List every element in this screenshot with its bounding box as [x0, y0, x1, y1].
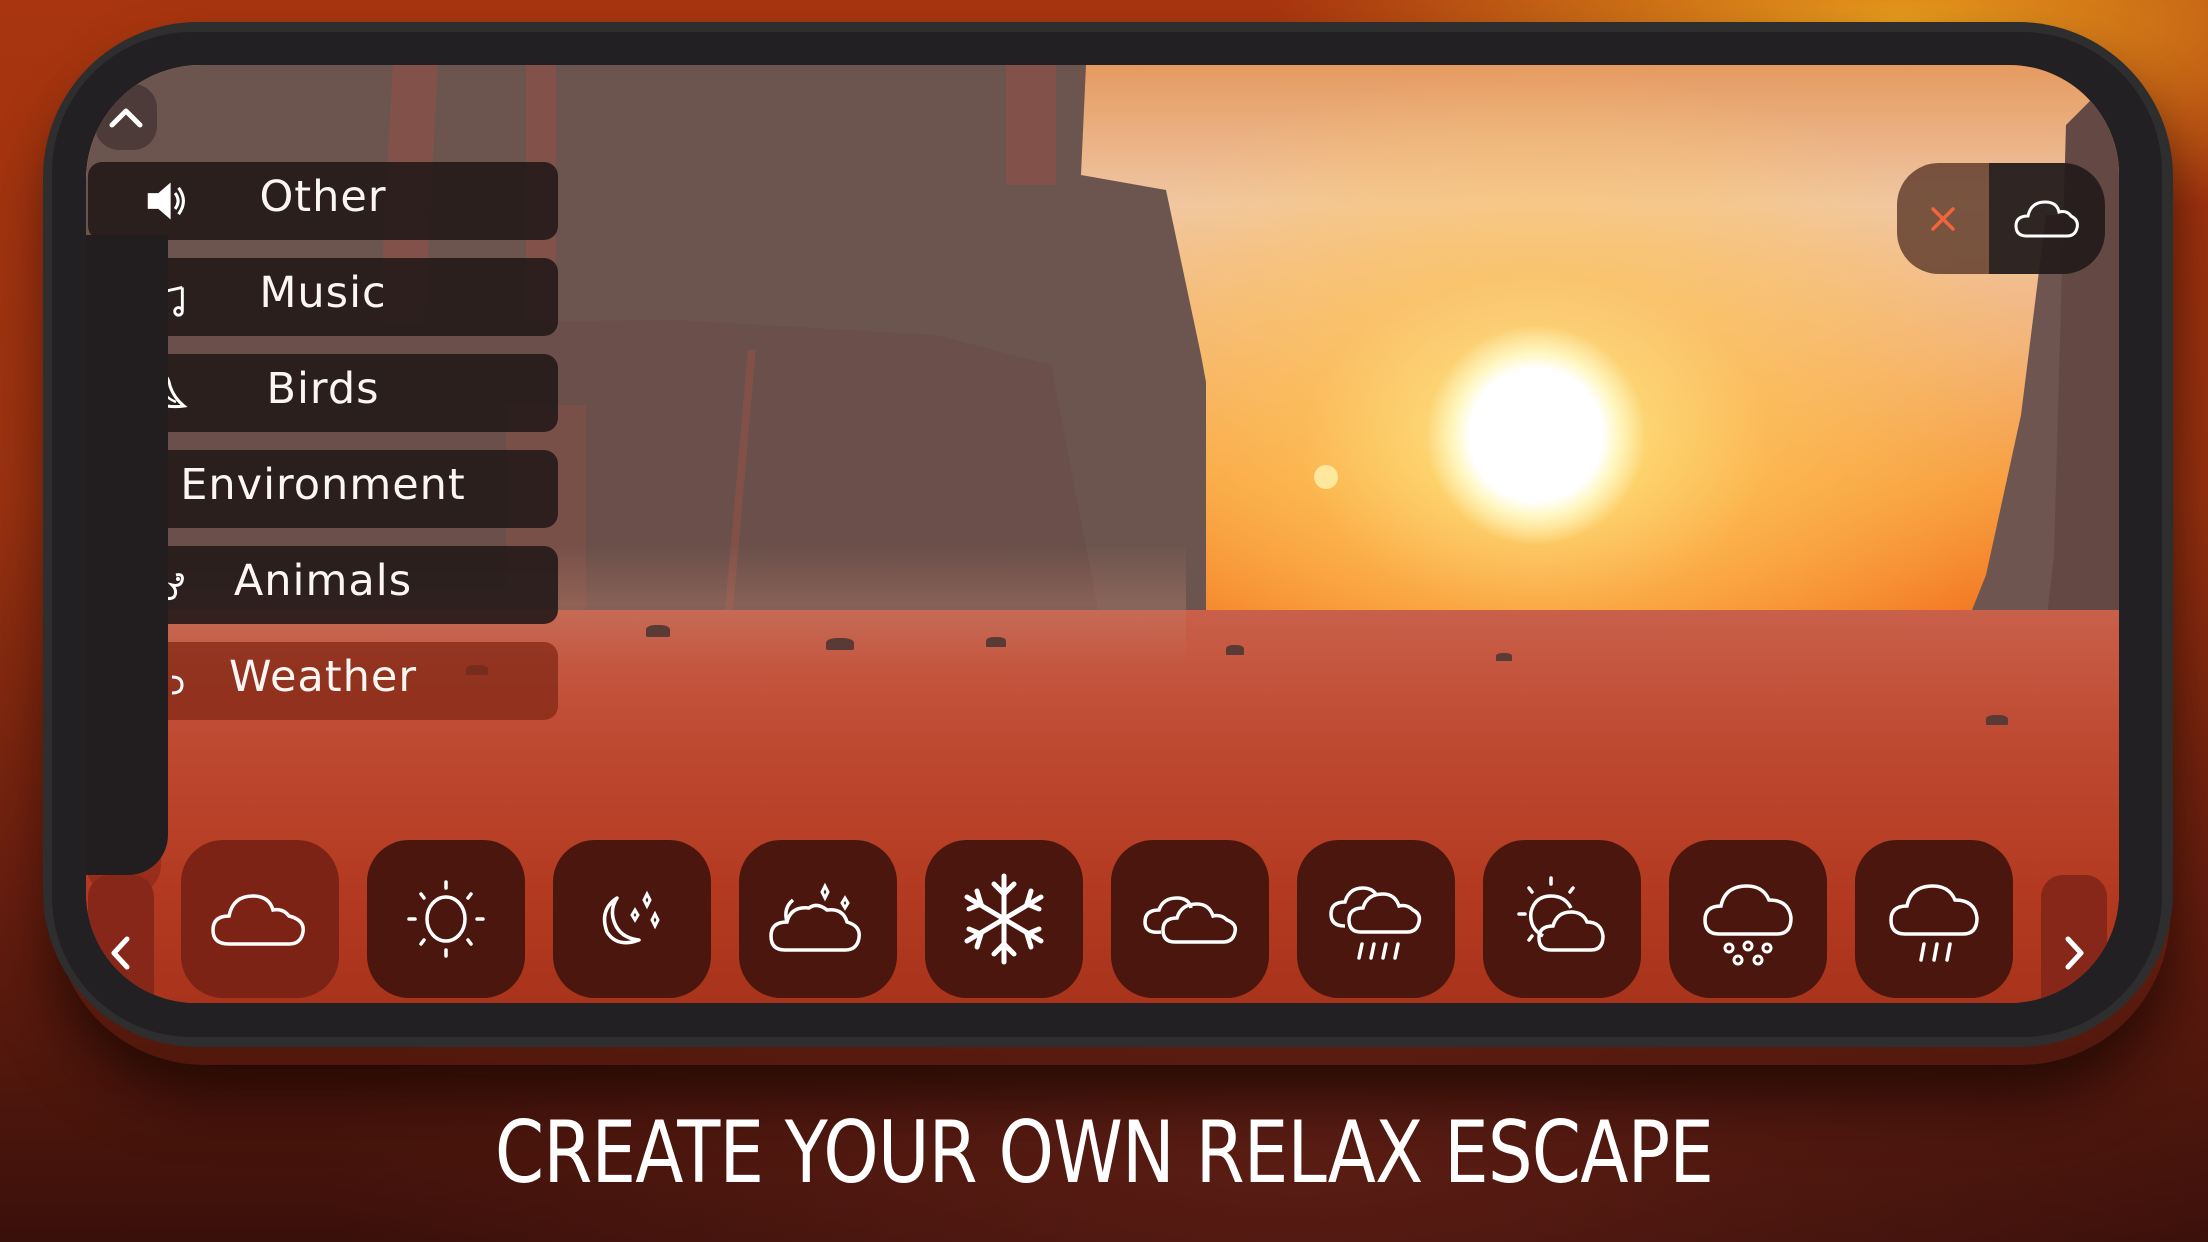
scroll-left-button[interactable] [88, 875, 154, 1000]
weather-tile-hail[interactable] [1669, 840, 1827, 998]
sun-cloud-icon [1517, 876, 1605, 952]
menu-panel-edge [86, 235, 168, 875]
rock [1226, 645, 1244, 655]
lens-flare [1314, 465, 1338, 489]
close-icon [1931, 206, 1955, 231]
app-screen: Other Music Birds Environment Animals We… [86, 65, 2119, 1003]
menu-item-label: Other [259, 172, 387, 222]
weather-tile-clear-night[interactable] [553, 840, 711, 998]
rock [986, 637, 1006, 647]
weather-tile-snow[interactable] [925, 840, 1083, 998]
cloud-rain-icon [1889, 884, 1979, 962]
rock [1496, 653, 1512, 661]
moon-stars-icon [602, 890, 660, 945]
weather-tile-partly-cloudy[interactable] [1483, 840, 1641, 998]
scroll-right-button[interactable] [2041, 875, 2107, 1000]
cloud-hail-icon [1703, 884, 1793, 966]
weather-tile-overcast[interactable] [1111, 840, 1269, 998]
rock [1986, 715, 2008, 725]
active-sound-button[interactable] [1989, 163, 2105, 274]
rock [826, 638, 854, 650]
moon-cloud-icon [769, 882, 861, 952]
snowflake-icon [964, 873, 1044, 965]
weather-tile-rain[interactable] [1855, 840, 2013, 998]
weather-tile-cloud[interactable] [181, 840, 339, 998]
clouds-icon [1143, 896, 1238, 944]
collapse-menu-button[interactable] [95, 84, 157, 150]
clouds-rain-icon [1329, 886, 1422, 960]
active-sound-pill [1897, 163, 2105, 274]
menu-item-other[interactable]: Other [88, 162, 558, 240]
weather-tile-heavy-rain[interactable] [1297, 840, 1455, 998]
chevron-left-icon [111, 936, 130, 969]
cloud-icon [211, 894, 305, 946]
chevron-up-icon [109, 108, 143, 128]
weather-tile-cloudy-night[interactable] [739, 840, 897, 998]
weather-tile-sun[interactable] [367, 840, 525, 998]
promo-caption: CREATE YOUR OWN RELAX ESCAPE [494, 1103, 1714, 1203]
chevron-right-icon [2065, 936, 2084, 969]
cliff-highlight [1006, 65, 1056, 185]
cloud-icon [2014, 199, 2079, 237]
sun-icon [407, 880, 485, 958]
remove-sound-button[interactable] [1897, 163, 1989, 274]
rock [646, 625, 670, 637]
